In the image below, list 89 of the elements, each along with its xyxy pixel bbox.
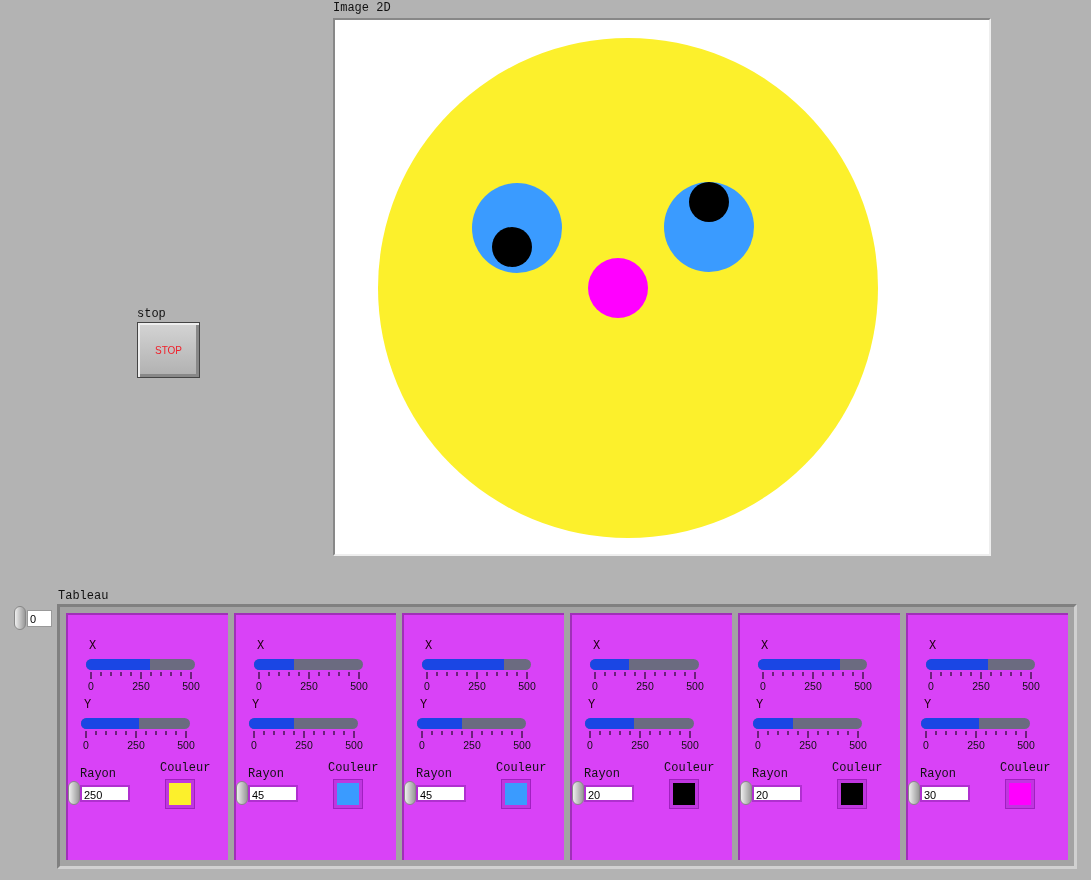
radius-label: Rayon: [248, 767, 285, 781]
slider-label: X: [929, 639, 937, 653]
array-label: Tableau: [58, 589, 110, 603]
radius-field[interactable]: 45: [248, 784, 298, 802]
slider-label: X: [257, 639, 265, 653]
slider-label: Y: [84, 698, 92, 712]
slider-track[interactable]: [417, 718, 526, 729]
slider-label: X: [89, 639, 97, 653]
tick-label: 500: [849, 739, 867, 751]
tick-label: 500: [177, 739, 195, 751]
color-label: Couleur: [1000, 761, 1051, 775]
tick-label: 500: [350, 680, 368, 692]
tick-label: 250: [132, 680, 150, 692]
slider-track[interactable]: [758, 659, 867, 670]
index-field[interactable]: 0: [27, 609, 52, 627]
radius-label: Rayon: [416, 767, 453, 781]
slider-track[interactable]: [422, 659, 531, 670]
slider-label: X: [593, 639, 601, 653]
slider-track[interactable]: [254, 659, 363, 670]
slider-track[interactable]: [585, 718, 694, 729]
slider-track[interactable]: [249, 718, 358, 729]
tick-label: 0: [424, 680, 430, 692]
increment-decrement-button[interactable]: [236, 781, 248, 805]
tick-label: 0: [419, 739, 425, 751]
increment-decrement-button[interactable]: [908, 781, 920, 805]
tick-label: 0: [251, 739, 257, 751]
increment-decrement-button[interactable]: [740, 781, 752, 805]
color-label: Couleur: [832, 761, 883, 775]
slider-track[interactable]: [81, 718, 190, 729]
tick-label: 500: [686, 680, 704, 692]
radius-label: Rayon: [920, 767, 957, 781]
increment-decrement-button[interactable]: [68, 781, 80, 805]
image-label: Image 2D: [333, 1, 392, 15]
tick-label: 500: [345, 739, 363, 751]
tick-label: 250: [295, 739, 313, 751]
tick-label: 0: [83, 739, 89, 751]
slider-track[interactable]: [921, 718, 1030, 729]
tick-label: 250: [636, 680, 654, 692]
radius-field[interactable]: 20: [752, 784, 802, 802]
tick-label: 250: [127, 739, 145, 751]
slider-track[interactable]: [753, 718, 862, 729]
radius-label: Rayon: [752, 767, 789, 781]
radius-field[interactable]: 30: [920, 784, 970, 802]
slider-label: Y: [252, 698, 260, 712]
radius-field[interactable]: 45: [416, 784, 466, 802]
tick-label: 500: [182, 680, 200, 692]
tick-label: 0: [256, 680, 262, 692]
color-label: Couleur: [328, 761, 379, 775]
radius-label: Rayon: [80, 767, 117, 781]
tick-label: 0: [755, 739, 761, 751]
color-label: Couleur: [664, 761, 715, 775]
tick-label: 250: [300, 680, 318, 692]
slider-label: Y: [588, 698, 596, 712]
slider-track[interactable]: [86, 659, 195, 670]
tick-label: 500: [518, 680, 536, 692]
radius-field[interactable]: 250: [80, 784, 130, 802]
tick-label: 500: [513, 739, 531, 751]
slider-label: X: [425, 639, 433, 653]
tick-label: 250: [799, 739, 817, 751]
slider-label: Y: [924, 698, 932, 712]
increment-decrement-button[interactable]: [572, 781, 584, 805]
tick-label: 0: [88, 680, 94, 692]
radius-label: Rayon: [584, 767, 621, 781]
color-label: Couleur: [496, 761, 547, 775]
tick-label: 500: [681, 739, 699, 751]
tick-label: 0: [760, 680, 766, 692]
tick-label: 250: [804, 680, 822, 692]
slider-track[interactable]: [926, 659, 1035, 670]
tick-label: 250: [972, 680, 990, 692]
increment-decrement-button[interactable]: [14, 606, 26, 630]
radius-field[interactable]: 20: [584, 784, 634, 802]
stop-label: stop: [137, 307, 167, 321]
tick-label: 500: [854, 680, 872, 692]
tick-label: 250: [463, 739, 481, 751]
tick-label: 0: [587, 739, 593, 751]
tick-label: 0: [923, 739, 929, 751]
increment-decrement-button[interactable]: [404, 781, 416, 805]
tick-label: 500: [1017, 739, 1035, 751]
slider-label: X: [761, 639, 769, 653]
slider-label: Y: [420, 698, 428, 712]
tick-label: 250: [631, 739, 649, 751]
tick-label: 250: [468, 680, 486, 692]
color-label: Couleur: [160, 761, 211, 775]
slider-label: Y: [756, 698, 764, 712]
tick-label: 500: [1022, 680, 1040, 692]
slider-track[interactable]: [590, 659, 699, 670]
tick-label: 0: [928, 680, 934, 692]
tick-label: 250: [967, 739, 985, 751]
tick-label: 0: [592, 680, 598, 692]
